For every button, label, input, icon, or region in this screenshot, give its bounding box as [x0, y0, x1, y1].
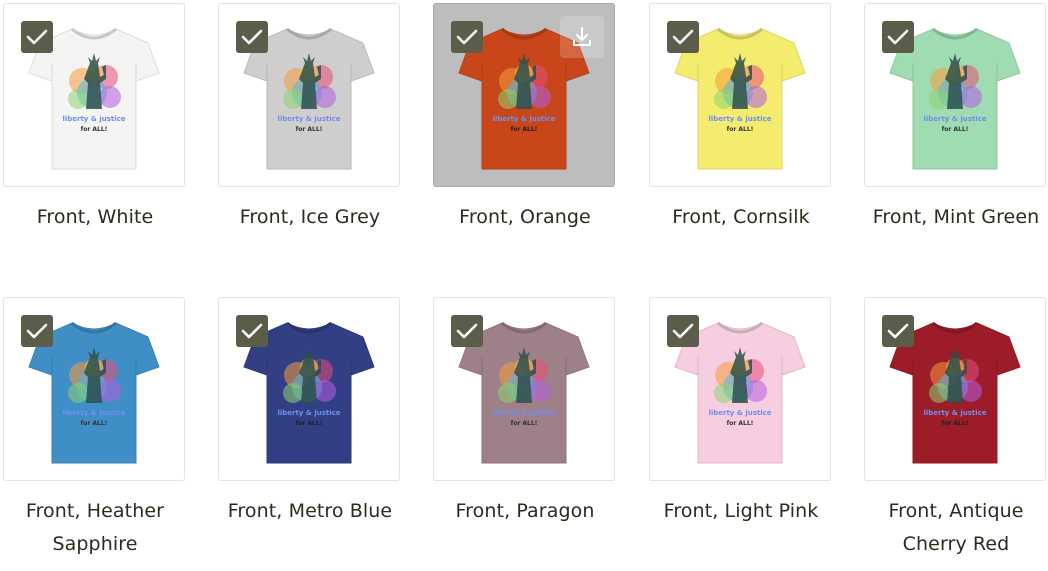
shirt-print-subline: for ALL!: [81, 420, 108, 427]
checkmark-icon: [26, 29, 48, 45]
checkmark-icon: [456, 323, 478, 339]
shirt-print-slogan: liberty & justice: [492, 115, 555, 123]
mockup-card[interactable]: liberty & justice for ALL! Front, Mint Gr…: [864, 3, 1048, 234]
mockup-thumbnail[interactable]: liberty & justice for ALL!: [649, 297, 831, 481]
shirt-print-slogan: liberty & justice: [277, 409, 340, 417]
select-checkbox[interactable]: [882, 315, 914, 347]
mockup-thumbnail[interactable]: liberty & justice for ALL!: [433, 3, 615, 187]
checkmark-icon: [672, 323, 694, 339]
checkmark-icon: [456, 29, 478, 45]
download-icon: [573, 27, 591, 46]
select-checkbox[interactable]: [236, 315, 268, 347]
mockup-label: Front, Ice Grey: [239, 206, 381, 228]
mockup-label: Front, Cornsilk: [672, 206, 810, 228]
shirt-print-slogan: liberty & justice: [923, 115, 986, 123]
shirt-print-slogan: liberty & justice: [62, 409, 125, 417]
mockup-card[interactable]: liberty & justice for ALL! Front, Metro B…: [218, 297, 402, 528]
select-checkbox[interactable]: [21, 21, 53, 53]
mockup-card[interactable]: liberty & justice for ALL! Front, Light P…: [649, 297, 833, 528]
select-checkbox[interactable]: [236, 21, 268, 53]
mockup-thumbnail[interactable]: liberty & justice for ALL!: [649, 3, 831, 187]
mockup-thumbnail[interactable]: liberty & justice for ALL!: [433, 297, 615, 481]
download-button[interactable]: [560, 16, 604, 58]
shirt-print-slogan: liberty & justice: [277, 115, 340, 123]
mockup-thumbnail[interactable]: liberty & justice for ALL!: [864, 3, 1046, 187]
shirt-print-slogan: liberty & justice: [62, 115, 125, 123]
mockup-card[interactable]: liberty & justice for ALL! Front, Ice Gre…: [218, 3, 402, 234]
shirt-print-subline: for ALL!: [296, 126, 323, 133]
shirt-print-slogan: liberty & justice: [492, 409, 555, 417]
mockup-label: Front, Antique Cherry Red: [888, 500, 1024, 555]
select-checkbox[interactable]: [667, 21, 699, 53]
mockup-card[interactable]: liberty & justice for ALL! Front, White: [3, 3, 187, 234]
shirt-print-subline: for ALL!: [511, 126, 538, 133]
mockup-thumbnail[interactable]: liberty & justice for ALL!: [3, 297, 185, 481]
mockup-card[interactable]: liberty & justice for ALL! Front, Heather…: [3, 297, 187, 561]
mockup-card[interactable]: liberty & justice for ALL! Front, Orange: [433, 3, 617, 234]
shirt-print-slogan: liberty & justice: [708, 409, 771, 417]
shirt-print-subline: for ALL!: [942, 126, 969, 133]
shirt-print-subline: for ALL!: [81, 126, 108, 133]
shirt-print-subline: for ALL!: [727, 126, 754, 133]
select-checkbox[interactable]: [21, 315, 53, 347]
mockup-label: Front, Mint Green: [872, 206, 1040, 228]
mockup-label: Front, Orange: [459, 206, 591, 228]
shirt-print-slogan: liberty & justice: [708, 115, 771, 123]
checkmark-icon: [887, 323, 909, 339]
mockup-thumbnail[interactable]: liberty & justice for ALL!: [218, 297, 400, 481]
select-checkbox[interactable]: [667, 315, 699, 347]
checkmark-icon: [241, 323, 263, 339]
checkmark-icon: [887, 29, 909, 45]
mockup-card[interactable]: liberty & justice for ALL! Front, Antique…: [864, 297, 1048, 561]
mockup-label: Front, Paragon: [455, 500, 595, 522]
shirt-print-subline: for ALL!: [727, 420, 754, 427]
checkmark-icon: [241, 29, 263, 45]
select-checkbox[interactable]: [451, 315, 483, 347]
mockup-label: Front, White: [36, 206, 154, 228]
mockup-label: Front, Metro Blue: [227, 500, 393, 522]
mockup-label: Front, Light Pink: [663, 500, 819, 522]
shirt-print-subline: for ALL!: [511, 420, 538, 427]
shirt-print-subline: for ALL!: [942, 420, 969, 427]
select-checkbox[interactable]: [882, 21, 914, 53]
mockup-thumbnail[interactable]: liberty & justice for ALL!: [864, 297, 1046, 481]
checkmark-icon: [26, 323, 48, 339]
shirt-print-slogan: liberty & justice: [923, 409, 986, 417]
mockup-label: Front, Heather Sapphire: [25, 500, 165, 555]
select-checkbox[interactable]: [451, 21, 483, 53]
mockup-thumbnail[interactable]: liberty & justice for ALL!: [218, 3, 400, 187]
mockup-card[interactable]: liberty & justice for ALL! Front, Cornsil…: [649, 3, 833, 234]
checkmark-icon: [672, 29, 694, 45]
mockup-card[interactable]: liberty & justice for ALL! Front, Paragon: [433, 297, 617, 528]
mockup-grid: liberty & justice for ALL! Front, White l…: [0, 0, 1048, 571]
mockup-thumbnail[interactable]: liberty & justice for ALL!: [3, 3, 185, 187]
shirt-print-subline: for ALL!: [296, 420, 323, 427]
